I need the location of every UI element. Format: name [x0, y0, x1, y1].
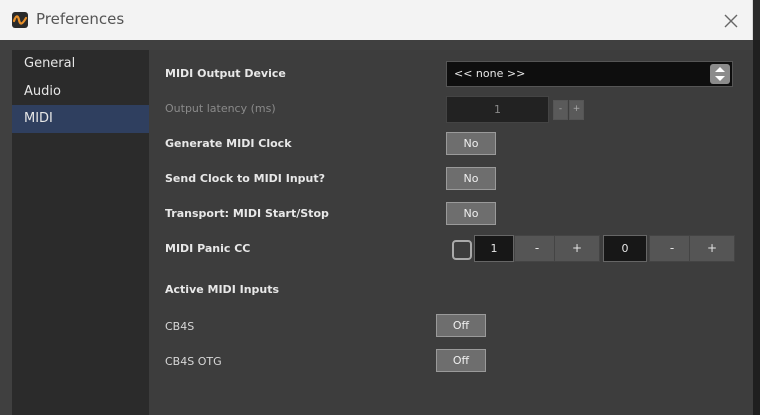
active-midi-inputs-header: Active MIDI Inputs: [165, 283, 280, 296]
updown-arrows-icon: [710, 64, 730, 84]
title-bar: Preferences: [0, 0, 753, 40]
output-latency-label: Output latency (ms): [165, 102, 276, 115]
send-clock-label: Send Clock to MIDI Input?: [165, 172, 325, 185]
sidebar-item-general[interactable]: General: [12, 50, 149, 78]
midi-input-name: CB4S: [165, 320, 195, 333]
midi-input-name: CB4S OTG: [165, 355, 222, 368]
send-clock-toggle[interactable]: No: [446, 167, 496, 190]
generate-midi-clock-toggle[interactable]: No: [446, 132, 496, 155]
midi-input-toggle[interactable]: Off: [436, 314, 486, 337]
panic-channel-field[interactable]: 1: [474, 235, 514, 262]
generate-midi-clock-label: Generate MIDI Clock: [165, 137, 292, 150]
output-latency-field[interactable]: 1: [446, 96, 549, 123]
sidebar-item-audio[interactable]: Audio: [12, 78, 149, 106]
panic-cc-field[interactable]: 0: [603, 235, 647, 262]
background-strip: [753, 0, 760, 415]
close-icon[interactable]: [721, 11, 741, 31]
dialog-content: General Audio MIDI MIDI Output Device <<…: [0, 40, 753, 415]
transport-midi-toggle[interactable]: No: [446, 202, 496, 225]
panic-cc-increment-button[interactable]: +: [689, 235, 735, 262]
sidebar-item-midi[interactable]: MIDI: [12, 105, 149, 133]
latency-increment-button[interactable]: +: [569, 100, 584, 120]
midi-input-toggle[interactable]: Off: [436, 349, 486, 372]
app-logo-icon: [12, 12, 28, 28]
midi-output-device-label: MIDI Output Device: [165, 67, 286, 80]
midi-output-device-value: << none >>: [454, 67, 526, 80]
midi-output-device-select[interactable]: << none >>: [446, 61, 733, 87]
panic-cc-checkbox[interactable]: [452, 240, 472, 260]
midi-panic-cc-label: MIDI Panic CC: [165, 242, 251, 255]
transport-midi-label: Transport: MIDI Start/Stop: [165, 207, 329, 220]
window-title: Preferences: [36, 10, 125, 28]
latency-decrement-button[interactable]: -: [553, 100, 568, 120]
sidebar: General Audio MIDI: [12, 50, 149, 415]
panic-channel-increment-button[interactable]: +: [554, 235, 600, 262]
